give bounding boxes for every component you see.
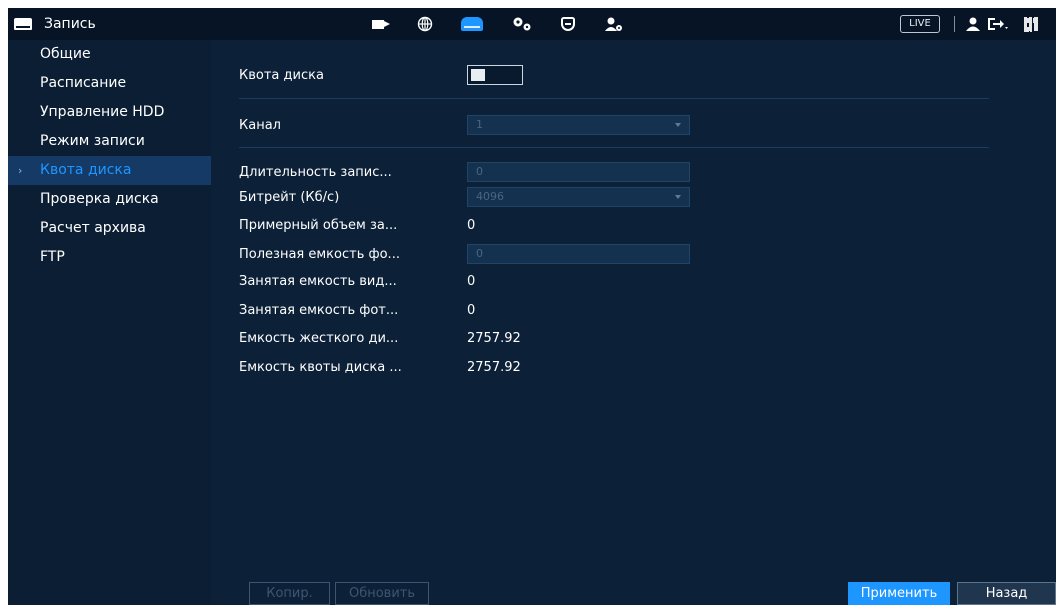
- sidebar-item-label: Управление HDD: [40, 104, 165, 120]
- quota-toggle[interactable]: [467, 65, 523, 85]
- quota-label: Квота диска: [239, 67, 324, 83]
- hdd-capacity-label: Емкость жесткого ди...: [239, 330, 399, 346]
- channel-label: Канал: [239, 117, 281, 133]
- hdd-icon: [14, 18, 32, 30]
- logout-icon[interactable]: [985, 14, 1011, 34]
- chevron-down-icon: [675, 195, 681, 199]
- sidebar-item-disk-check[interactable]: ›Проверка диска: [8, 185, 211, 214]
- video-used-label: Занятая емкость вид...: [239, 273, 397, 289]
- live-button[interactable]: LIVE: [900, 15, 940, 33]
- sidebar-item-label: Общие: [40, 46, 91, 62]
- channel-value: 1: [476, 118, 483, 131]
- sidebar-item-label: Проверка диска: [40, 191, 159, 207]
- sidebar-item-label: Расписание: [40, 75, 127, 91]
- bitrate-row: Битрейт (Кб/с) 4096: [239, 184, 690, 210]
- chevron-down-icon: [675, 123, 681, 127]
- sidebar-item-hdd-management[interactable]: ›Управление HDD: [8, 98, 211, 127]
- copy-button[interactable]: Копир.: [249, 582, 330, 605]
- quota-capacity-value: 2757.92: [467, 359, 521, 375]
- photo-useful-value: 0: [476, 247, 483, 260]
- photo-useful-input[interactable]: 0: [467, 244, 690, 264]
- sidebar-item-label: Квота диска: [40, 162, 132, 178]
- video-used-row: Занятая емкость вид... 0: [239, 268, 475, 294]
- bitrate-value: 4096: [476, 190, 504, 203]
- approx-row: Примерный объем за... 0: [239, 212, 475, 238]
- sidebar-item-schedule[interactable]: ›Расписание: [8, 69, 211, 98]
- bitrate-select[interactable]: 4096: [467, 187, 690, 207]
- camera-icon[interactable]: [365, 14, 391, 34]
- sidebar: ›Общие ›Расписание ›Управление HDD ›Режи…: [8, 40, 211, 605]
- shield-icon[interactable]: [555, 14, 581, 34]
- sidebar-item-label: FTP: [40, 249, 65, 265]
- sidebar-item-label: Режим записи: [40, 133, 145, 149]
- photo-used-value: 0: [467, 302, 476, 318]
- storage-icon[interactable]: [459, 14, 485, 34]
- approx-value: 0: [467, 217, 476, 233]
- chevron-right-icon: ›: [18, 164, 23, 177]
- quota-capacity-label: Емкость квоты диска ...: [239, 359, 402, 375]
- sidebar-item-disk-quota[interactable]: › Квота диска: [8, 156, 211, 185]
- duration-input[interactable]: 0: [467, 162, 690, 182]
- apply-button[interactable]: Применить: [848, 582, 950, 605]
- content-panel: Квота диска Канал 1 Длительность запис..…: [211, 40, 1056, 605]
- duration-row: Длительность запис... 0: [239, 159, 690, 185]
- channel-row: Канал 1: [239, 112, 690, 138]
- sidebar-item-archive-calc[interactable]: ›Расчет архива: [8, 214, 211, 243]
- qr-icon[interactable]: [1024, 17, 1038, 32]
- bitrate-label: Битрейт (Кб/с): [239, 189, 340, 205]
- divider: [239, 98, 989, 99]
- user-icon[interactable]: [960, 14, 986, 34]
- divider: [954, 16, 955, 32]
- photo-useful-label: Полезная емкость фо...: [239, 246, 400, 262]
- video-used-value: 0: [467, 273, 476, 289]
- sidebar-item-record-mode[interactable]: ›Режим записи: [8, 127, 211, 156]
- sidebar-item-general[interactable]: ›Общие: [8, 40, 211, 69]
- hdd-capacity-value: 2757.92: [467, 330, 521, 346]
- globe-icon[interactable]: [412, 14, 438, 34]
- top-bar: Запись LIVE: [8, 8, 1056, 41]
- photo-used-label: Занятая емкость фот...: [239, 302, 399, 318]
- approx-label: Примерный объем за...: [239, 217, 398, 233]
- sidebar-item-label: Расчет архива: [40, 220, 146, 236]
- hdd-capacity-row: Емкость жесткого ди... 2757.92: [239, 325, 521, 351]
- section-title-label: Запись: [44, 16, 96, 32]
- sidebar-item-ftp[interactable]: ›FTP: [8, 243, 211, 272]
- toggle-knob: [471, 69, 485, 81]
- duration-value: 0: [476, 165, 483, 178]
- channel-select[interactable]: 1: [467, 115, 690, 135]
- photo-used-row: Занятая емкость фот... 0: [239, 297, 475, 323]
- divider: [239, 147, 989, 148]
- section-title: Запись: [14, 12, 96, 36]
- photo-useful-row: Полезная емкость фо... 0: [239, 241, 690, 267]
- quota-row: Квота диска: [239, 62, 523, 88]
- duration-label: Длительность запис...: [239, 164, 392, 180]
- back-button[interactable]: Назад: [957, 582, 1056, 605]
- refresh-button[interactable]: Обновить: [335, 582, 429, 605]
- account-settings-icon[interactable]: [601, 14, 627, 34]
- app-window: Запись LIVE ›Общие ›Расписание ›Управлен…: [8, 8, 1056, 605]
- quota-capacity-row: Емкость квоты диска ... 2757.92: [239, 354, 521, 380]
- gears-icon[interactable]: [509, 14, 535, 34]
